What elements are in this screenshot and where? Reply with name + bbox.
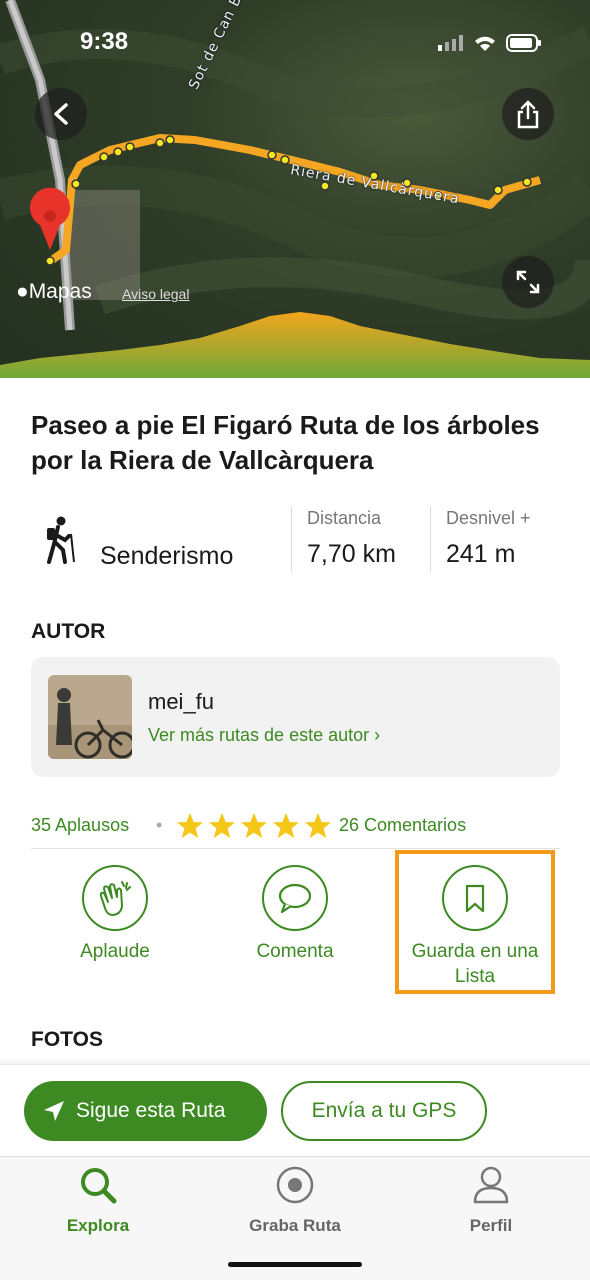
comments-count[interactable]: 26 Comentarios	[339, 815, 466, 836]
expand-map-button[interactable]	[502, 256, 554, 308]
expand-icon	[516, 270, 540, 294]
hiker-icon	[47, 516, 75, 564]
divider	[31, 848, 560, 849]
follow-route-button[interactable]: Sigue esta Ruta	[24, 1081, 267, 1141]
status-icons	[438, 34, 542, 52]
route-map[interactable]: Sot de Can Baci Riera de Vallcàrquera 9:…	[0, 0, 590, 378]
apple-logo-icon: ●	[16, 280, 29, 303]
route-title: Paseo a pie El Figaró Ruta de los árbole…	[31, 410, 540, 475]
activity-type: Senderismo	[100, 542, 234, 570]
share-button[interactable]	[502, 88, 554, 140]
comment-button[interactable]: Comenta	[210, 865, 380, 985]
star-icon	[305, 813, 331, 838]
signal-icon	[438, 35, 463, 51]
tab-graba-ruta-label: Graba Ruta	[249, 1216, 341, 1235]
bottom-action-bar: Sigue esta Ruta Envía a tu GPS	[0, 1064, 590, 1156]
user-icon	[473, 1166, 509, 1204]
comment-label: Comenta	[256, 941, 334, 962]
author-card[interactable]: mei_fu Ver más rutas de este autor ›	[31, 657, 560, 777]
star-icon	[241, 813, 267, 838]
author-section-title: AUTOR	[31, 620, 106, 643]
maps-brand: ●Mapas	[16, 280, 92, 303]
search-icon	[81, 1168, 117, 1204]
home-indicator	[228, 1262, 362, 1267]
follow-route-label: Sigue esta Ruta	[76, 1099, 226, 1122]
more-routes-link[interactable]: Ver más rutas de este autor ›	[148, 725, 380, 746]
separator-dot: •	[156, 815, 163, 835]
tab-perfil[interactable]: Perfil	[421, 1165, 561, 1236]
battery-icon	[506, 34, 541, 52]
tab-perfil-label: Perfil	[469, 1216, 513, 1235]
map-terrain	[0, 0, 590, 378]
legal-link[interactable]: Aviso legal	[122, 286, 189, 302]
comment-ring	[262, 865, 328, 931]
distance-value: 7,70 km	[307, 540, 396, 568]
avatar[interactable]	[48, 675, 132, 759]
chevron-left-icon	[54, 103, 68, 125]
author-name: mei_fu	[148, 689, 215, 714]
navigation-arrow-icon	[44, 1101, 64, 1121]
star-icon	[273, 813, 299, 838]
send-to-gps-label: Envía a tu GPS	[311, 1099, 457, 1122]
rating-stars	[176, 812, 332, 840]
applause-count[interactable]: 35 Aplausos	[31, 815, 129, 836]
back-button[interactable]	[35, 88, 87, 140]
route-stats: Senderismo Distancia 7,70 km Desnivel + …	[31, 506, 561, 576]
elevation-label: Desnivel +	[446, 508, 531, 528]
elevation-value: 241 m	[446, 540, 516, 568]
highlight-box	[395, 850, 555, 994]
applaud-button[interactable]: Aplaude	[30, 865, 200, 985]
divider	[430, 506, 431, 572]
comment-icon	[278, 883, 312, 914]
distance-label: Distancia	[307, 508, 382, 528]
elevation-profile	[0, 312, 590, 378]
photos-section-title: FOTOS	[31, 1028, 103, 1051]
star-icon	[209, 813, 235, 838]
social-stats: 35 Aplausos • 26 Comentarios	[31, 812, 561, 845]
applaud-ring	[82, 865, 148, 931]
clap-icon	[99, 881, 131, 916]
record-icon	[276, 1166, 314, 1204]
wifi-icon	[475, 36, 495, 51]
divider	[291, 506, 292, 572]
tab-explora-label: Explora	[66, 1216, 130, 1235]
star-icon	[177, 813, 203, 838]
share-icon	[517, 100, 539, 129]
status-time: 9:38	[80, 28, 129, 55]
tab-explora[interactable]: Explora	[28, 1165, 168, 1236]
send-to-gps-button[interactable]: Envía a tu GPS	[281, 1081, 487, 1141]
tab-graba-ruta[interactable]: Graba Ruta	[225, 1165, 365, 1236]
applaud-label: Aplaude	[80, 941, 150, 962]
